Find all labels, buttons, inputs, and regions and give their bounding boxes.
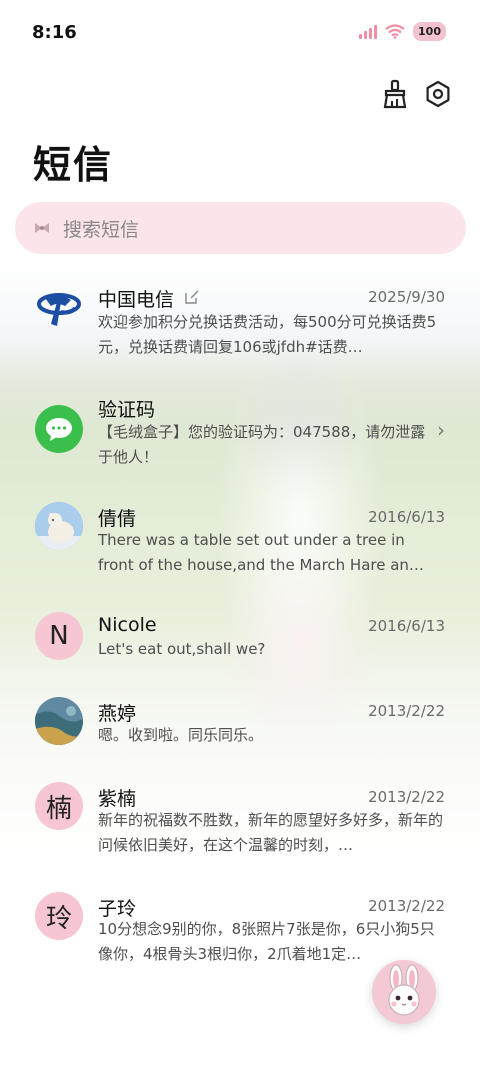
contact-name: Nicole — [98, 614, 157, 636]
settings-button[interactable] — [422, 78, 454, 110]
message-date: 2013/2/22 — [368, 702, 445, 720]
signal-icon — [359, 24, 378, 39]
contact-name: 倩倩 — [98, 508, 137, 530]
avatar: 玲 — [35, 892, 83, 940]
bow-icon — [33, 221, 51, 235]
contact-name: 紫楠 — [98, 788, 137, 810]
message-snippet: 嗯。收到啦。同乐同乐。 — [98, 726, 264, 744]
message-snippet: 【毛绒盒子】您的验证码为：047588，请勿泄露于他人！ — [98, 423, 426, 466]
avatar: 楠 — [35, 782, 83, 830]
message-date: 2016/6/13 — [368, 508, 445, 526]
avatar: N — [35, 612, 83, 660]
contact-name: 中国电信 — [98, 289, 175, 311]
landscape-avatar — [35, 697, 83, 745]
message-date: 2025/9/30 — [368, 288, 445, 306]
telecom-logo-icon — [35, 284, 83, 332]
contact-name: 燕婷 — [98, 703, 137, 725]
message-snippet: There was a table set out under a tree i… — [98, 531, 424, 574]
page-title: 短信 — [33, 143, 114, 187]
clean-brush-button[interactable] — [379, 78, 411, 110]
list-item[interactable]: N Nicole 2016/6/13 Let's eat out,shall w… — [0, 610, 480, 680]
message-date: 2016/6/13 — [368, 617, 445, 635]
list-item[interactable]: 倩倩 2016/6/13 There was a table set out u… — [0, 500, 480, 592]
brush-icon — [383, 79, 407, 109]
message-snippet: 10分想念9别的你，8张照片7张是你，6只小狗5只像你，4根骨头3根归你，2爪着… — [98, 920, 435, 963]
message-snippet: 欢迎参加积分兑换话费活动，每500分可兑换话费5元，兑换话费请回复106或jfd… — [98, 313, 437, 356]
list-item[interactable]: 中国电信 2025/9/30 欢迎参加积分兑换话费活动，每500分可兑换话费5元… — [0, 278, 480, 370]
message-date: 2013/2/22 — [368, 788, 445, 806]
polar-bear-avatar — [35, 502, 83, 550]
message-icon — [35, 405, 83, 453]
search-bar[interactable]: 搜索短信 — [15, 202, 466, 254]
message-snippet: 新年的祝福数不胜数，新年的愿望好多好多，新年的问候依旧美好，在这个温馨的时刻，… — [98, 811, 444, 854]
status-time: 8:16 — [32, 22, 77, 43]
status-bar: 8:16 100 — [0, 0, 480, 66]
list-item[interactable]: 验证码 【毛绒盒子】您的验证码为：047588，请勿泄露于他人！ › — [0, 390, 480, 482]
gear-icon — [426, 80, 450, 108]
list-item[interactable]: 楠 紫楠 2013/2/22 新年的祝福数不胜数，新年的愿望好多好多，新年的问候… — [0, 780, 480, 872]
battery-indicator: 100 — [413, 22, 446, 41]
compose-button[interactable] — [372, 960, 436, 1024]
message-date: 2013/2/22 — [368, 897, 445, 915]
message-snippet: Let's eat out,shall we? — [98, 640, 266, 658]
list-item[interactable]: 燕婷 2013/2/22 嗯。收到啦。同乐同乐。 — [0, 695, 480, 765]
chevron-right-icon[interactable]: › — [437, 418, 445, 442]
edit-link-icon — [185, 290, 199, 304]
bunny-icon — [388, 964, 420, 1016]
search-input[interactable]: 搜索短信 — [63, 215, 139, 242]
wifi-icon — [385, 24, 405, 39]
contact-name: 验证码 — [98, 399, 156, 421]
